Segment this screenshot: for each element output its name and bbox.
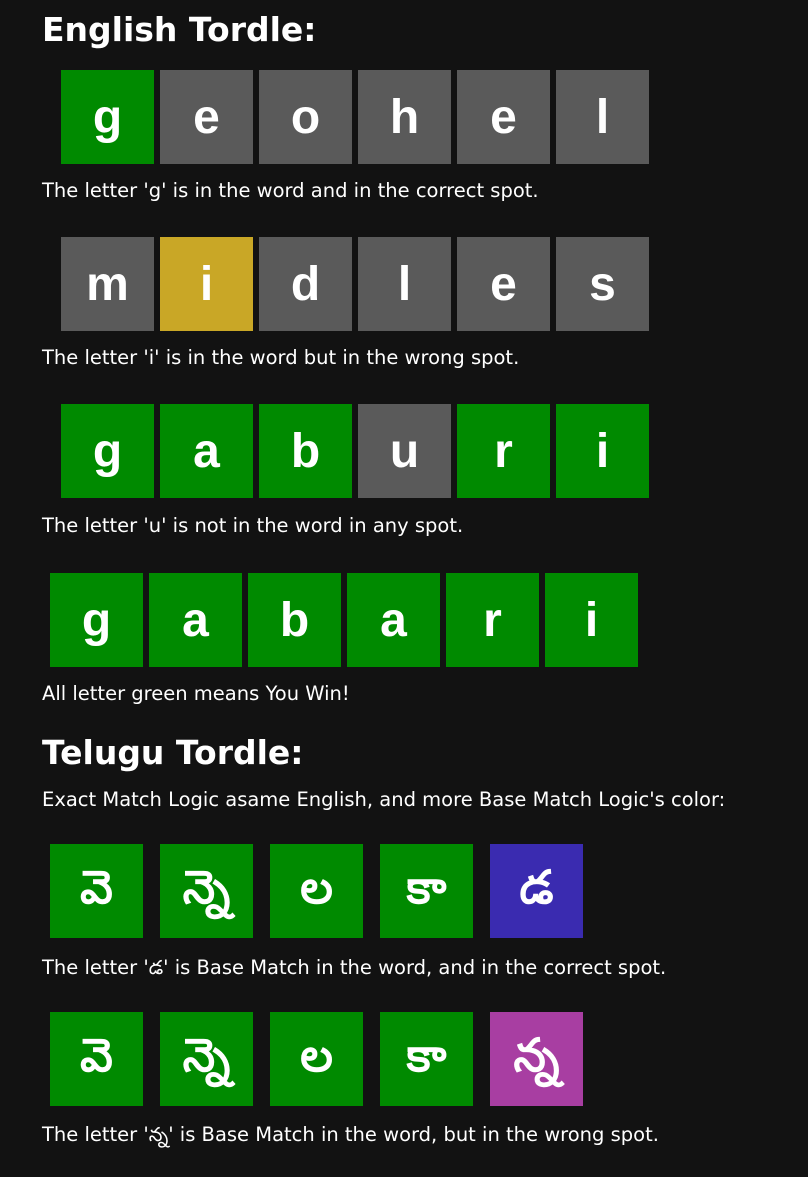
telugu-tordle-heading: Telugu Tordle:: [42, 733, 304, 772]
letter-tile: న్నె: [160, 844, 253, 938]
letter-tile: g: [50, 573, 143, 667]
letter-tile: a: [149, 573, 242, 667]
letter-tile: o: [259, 70, 352, 164]
telugu-example-caption-1: The letter 'డ' is Base Match in the word…: [42, 956, 667, 979]
letter-tile: g: [61, 70, 154, 164]
telugu-intro-text: Exact Match Logic asame English, and mor…: [42, 788, 726, 811]
letter-tile: m: [61, 237, 154, 331]
letter-tile: u: [358, 404, 451, 498]
letter-tile: ల: [270, 1012, 363, 1106]
english-example-row-1: g e o h e l: [61, 70, 649, 164]
letter-tile: వె: [50, 844, 143, 938]
telugu-example-row-1: వె న్నె ల కా డ: [50, 844, 583, 938]
letter-tile: a: [347, 573, 440, 667]
letter-tile: b: [259, 404, 352, 498]
letter-tile: s: [556, 237, 649, 331]
letter-tile: l: [358, 237, 451, 331]
letter-tile: e: [160, 70, 253, 164]
letter-tile: r: [457, 404, 550, 498]
letter-tile: న్న: [490, 1012, 583, 1106]
letter-tile: కా: [380, 1012, 473, 1106]
english-example-caption-1: The letter 'g' is in the word and in the…: [42, 179, 539, 202]
letter-tile: i: [545, 573, 638, 667]
english-example-caption-3: The letter 'u' is not in the word in any…: [42, 514, 464, 537]
letter-tile: l: [556, 70, 649, 164]
english-example-row-2: m i d l e s: [61, 237, 649, 331]
telugu-example-caption-2: The letter 'న్న' is Base Match in the wo…: [42, 1123, 659, 1146]
letter-tile: a: [160, 404, 253, 498]
letter-tile: g: [61, 404, 154, 498]
letter-tile: d: [259, 237, 352, 331]
letter-tile: e: [457, 237, 550, 331]
english-tordle-heading: English Tordle:: [42, 10, 317, 49]
english-example-caption-4: All letter green means You Win!: [42, 682, 350, 705]
letter-tile: వె: [50, 1012, 143, 1106]
letter-tile: b: [248, 573, 341, 667]
letter-tile: ల: [270, 844, 363, 938]
letter-tile: r: [446, 573, 539, 667]
letter-tile: e: [457, 70, 550, 164]
letter-tile: i: [556, 404, 649, 498]
english-example-row-4: g a b a r i: [50, 573, 638, 667]
letter-tile: కా: [380, 844, 473, 938]
letter-tile: h: [358, 70, 451, 164]
english-example-row-3: g a b u r i: [61, 404, 649, 498]
letter-tile: న్నె: [160, 1012, 253, 1106]
english-example-caption-2: The letter 'i' is in the word but in the…: [42, 346, 520, 369]
telugu-example-row-2: వె న్నె ల కా న్న: [50, 1012, 583, 1106]
letter-tile: i: [160, 237, 253, 331]
letter-tile: డ: [490, 844, 583, 938]
